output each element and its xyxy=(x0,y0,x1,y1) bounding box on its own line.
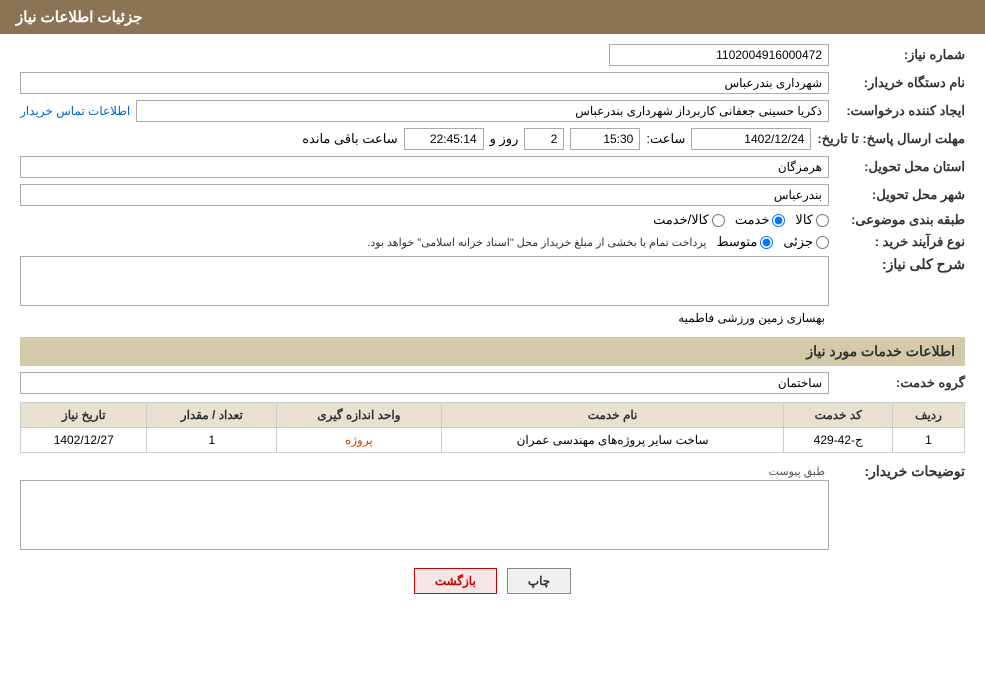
noe-radio-group: جزئی متوسط پرداخت تمام یا بخشی از مبلغ خ… xyxy=(367,234,829,250)
cell-radif: 1 xyxy=(892,428,964,453)
noe-motevaset-label: متوسط xyxy=(716,234,757,250)
tabaqe-khadamat-label: خدمت xyxy=(735,212,770,228)
mohlat-row: مهلت ارسال پاسخ: تا تاریخ: 1402/12/24 سا… xyxy=(20,128,965,150)
mohlat-roz: 2 xyxy=(524,128,564,150)
col-code: کد خدمت xyxy=(784,403,893,428)
tabaqe-kala-khadamat-item: کالا/خدمت xyxy=(653,212,725,228)
tabaqe-row: طبقه بندی موضوعی: کالا خدمت کالا/خدمت xyxy=(20,212,965,228)
services-table: ردیف کد خدمت نام خدمت واحد اندازه گیری ت… xyxy=(20,402,965,453)
noe-jazei-radio[interactable] xyxy=(816,236,829,249)
tabaqe-khadamat-item: خدمت xyxy=(735,212,786,228)
dastgah-value: شهرداری بندرعباس xyxy=(20,72,829,94)
cell-unit: پروژه xyxy=(277,428,441,453)
mohlat-label: مهلت ارسال پاسخ: تا تاریخ: xyxy=(817,131,965,147)
sharh-value: بهسازی زمین ورزشی فاطمیه xyxy=(20,309,829,327)
col-radif: ردیف xyxy=(892,403,964,428)
ostan-row: استان محل تحویل: هرمزگان xyxy=(20,156,965,178)
mohlat-roz-label: روز و xyxy=(490,131,519,147)
shahr-row: شهر محل تحویل: بندرعباس xyxy=(20,184,965,206)
tavazihat-row: توضیحات خریدار: طبق پیوست xyxy=(20,463,965,553)
ostan-label: استان محل تحویل: xyxy=(835,159,965,175)
page-title: جزئیات اطلاعات نیاز xyxy=(16,9,143,26)
col-tedad: تعداد / مقدار xyxy=(147,403,277,428)
etelaaat-tamas-link[interactable]: اطلاعات تماس خریدار xyxy=(20,104,130,118)
ijad-konande-value: ذکریا حسینی جعفانی کاربرداز شهرداری بندر… xyxy=(136,100,829,122)
noe-jazei-item: جزئی xyxy=(783,234,829,250)
mohlat-baghimande-label: ساعت باقی مانده xyxy=(302,131,397,147)
tabaqe-kala-item: کالا xyxy=(795,212,829,228)
tavazihat-textarea[interactable] xyxy=(20,480,829,550)
sharh-row: شرح کلی نیاز: بهسازی زمین ورزشی فاطمیه xyxy=(20,256,965,327)
tavazihat-placeholder: طبق پیوست xyxy=(20,463,829,480)
ijad-konande-label: ایجاد کننده درخواست: xyxy=(835,103,965,119)
grohe-khadamat-label: گروه خدمت: xyxy=(835,375,965,391)
back-button[interactable]: بازگشت xyxy=(414,568,497,594)
col-unit: واحد اندازه گیری xyxy=(277,403,441,428)
khadamat-section-header: اطلاعات خدمات مورد نیاز xyxy=(20,337,965,366)
shenare-niaz-label: شماره نیاز: xyxy=(835,47,965,63)
sharh-textarea[interactable] xyxy=(20,256,829,306)
col-name: نام خدمت xyxy=(441,403,784,428)
noe-farayand-row: نوع فرآیند خرید : جزئی متوسط پرداخت تمام… xyxy=(20,234,965,250)
page-header: جزئیات اطلاعات نیاز xyxy=(0,0,985,34)
ostan-value: هرمزگان xyxy=(20,156,829,178)
tabaqe-kala-khadamat-label: کالا/خدمت xyxy=(653,212,709,228)
tabaqe-khadamat-radio[interactable] xyxy=(772,214,785,227)
grohe-khadamat-value: ساختمان xyxy=(20,372,829,394)
tabaqe-kala-label: کالا xyxy=(795,212,813,228)
col-tarikh: تاریخ نیاز xyxy=(21,403,147,428)
tabaqe-kala-radio[interactable] xyxy=(816,214,829,227)
sharh-label: شرح کلی نیاز: xyxy=(835,256,965,273)
dastgah-label: نام دستگاه خریدار: xyxy=(835,75,965,91)
noe-motevaset-radio[interactable] xyxy=(760,236,773,249)
noe-motevaset-item: متوسط xyxy=(716,234,773,250)
tabaqe-radio-group: کالا خدمت کالا/خدمت xyxy=(653,212,829,228)
tabaqe-kala-khadamat-radio[interactable] xyxy=(712,214,725,227)
mohlat-saat-label: ساعت: xyxy=(646,131,685,147)
shahr-value: بندرعباس xyxy=(20,184,829,206)
mohlat-saat: 15:30 xyxy=(570,128,640,150)
cell-tedad: 1 xyxy=(147,428,277,453)
buttons-row: چاپ بازگشت xyxy=(20,568,965,594)
shahr-label: شهر محل تحویل: xyxy=(835,187,965,203)
cell-name: ساخت سایر پروژه‌های مهندسی عمران xyxy=(441,428,784,453)
dastgah-row: نام دستگاه خریدار: شهرداری بندرعباس xyxy=(20,72,965,94)
shenare-niaz-row: شماره نیاز: 1102004916000472 xyxy=(20,44,965,66)
noe-jazei-label: جزئی xyxy=(783,234,813,250)
cell-tarikh: 1402/12/27 xyxy=(21,428,147,453)
table-row: 1 ج-42-429 ساخت سایر پروژه‌های مهندسی عم… xyxy=(21,428,965,453)
noe-farayand-label: نوع فرآیند خرید : xyxy=(835,234,965,250)
mohlat-countdown: 22:45:14 xyxy=(404,128,484,150)
cell-code: ج-42-429 xyxy=(784,428,893,453)
tavazihat-label: توضیحات خریدار: xyxy=(835,463,965,480)
tabaqe-label: طبقه بندی موضوعی: xyxy=(835,212,965,228)
mohlat-date: 1402/12/24 xyxy=(691,128,811,150)
grohe-khadamat-row: گروه خدمت: ساختمان xyxy=(20,372,965,394)
ijad-konande-row: ایجاد کننده درخواست: ذکریا حسینی جعفانی … xyxy=(20,100,965,122)
print-button[interactable]: چاپ xyxy=(507,568,571,594)
noe-description: پرداخت تمام یا بخشی از مبلغ خریداز محل "… xyxy=(367,236,706,249)
shenare-niaz-value: 1102004916000472 xyxy=(609,44,829,66)
